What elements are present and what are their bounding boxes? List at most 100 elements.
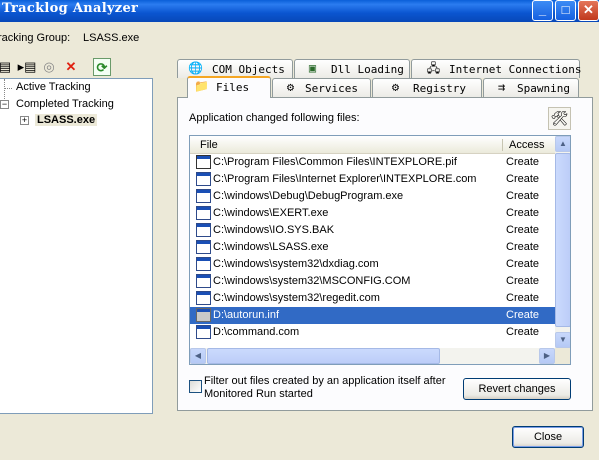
executable-file-icon xyxy=(196,274,211,288)
tree-item-active-tracking[interactable]: Active Tracking xyxy=(16,81,91,93)
tab-registry[interactable]: ⚙ Registry xyxy=(372,78,482,97)
tab-internet-connections[interactable]: 🖧 Internet Connections xyxy=(411,59,582,78)
executable-file-icon xyxy=(196,325,211,339)
tab-files[interactable]: 📁 Files xyxy=(187,76,271,98)
close-window-button[interactable]: ✕ xyxy=(578,0,599,21)
access-value: Create xyxy=(506,275,540,287)
expand-icon[interactable]: + xyxy=(20,116,29,125)
com-objects-icon: 🌐 xyxy=(188,61,203,75)
access-value: Create xyxy=(506,224,540,236)
table-row[interactable]: C:\windows\system32\MSCONFIG.COM Create xyxy=(190,273,555,290)
access-value: Create xyxy=(506,258,540,270)
executable-file-icon xyxy=(196,240,211,254)
table-row[interactable]: C:\windows\IO.SYS.BAK Create xyxy=(190,222,555,239)
scrollbar-corner xyxy=(555,348,570,364)
list-header: File Access xyxy=(190,136,555,154)
folder-icon: 📁 xyxy=(194,79,209,93)
tracking-group-label: racking Group: xyxy=(0,32,71,44)
table-row[interactable]: C:\windows\LSASS.exe Create xyxy=(190,239,555,256)
tab-label: Registry xyxy=(413,82,466,95)
title-bar: Tracklog Analyzer _ □ ✕ xyxy=(0,0,599,22)
stop-icon[interactable]: ◎ xyxy=(40,58,58,76)
registry-icon: ⚙ xyxy=(391,80,400,94)
minimize-button[interactable]: _ xyxy=(532,0,553,21)
file-path: C:\Program Files\Internet Explorer\INTEX… xyxy=(213,173,477,185)
access-value: Create xyxy=(506,173,540,185)
refresh-icon[interactable]: ⟳ xyxy=(93,58,111,76)
access-value: Create xyxy=(506,156,540,168)
table-row[interactable]: C:\Program Files\Internet Explorer\INTEX… xyxy=(190,171,555,188)
access-value: Create xyxy=(506,326,540,338)
tab-label: Dll Loading xyxy=(331,63,404,76)
close-button[interactable]: Close xyxy=(512,426,584,448)
tree-item-completed-tracking[interactable]: Completed Tracking xyxy=(16,98,114,110)
delete-icon[interactable]: ✕ xyxy=(62,58,80,76)
file-path: C:\windows\EXERT.exe xyxy=(213,207,329,219)
autorun-file-icon xyxy=(196,308,211,322)
revert-changes-button[interactable]: Revert changes xyxy=(463,378,571,400)
tree-connector xyxy=(4,88,12,89)
filter-checkbox[interactable] xyxy=(189,380,202,393)
access-value: Create xyxy=(506,207,540,219)
services-icon: ⚙ xyxy=(286,80,295,94)
file-path: C:\windows\system32\MSCONFIG.COM xyxy=(213,275,411,287)
horizontal-scrollbar[interactable]: ◀ ▶ xyxy=(190,348,555,364)
executable-file-icon xyxy=(196,172,211,186)
column-header-file[interactable]: File xyxy=(200,139,218,151)
expand-tree-icon[interactable]: ▸▤ xyxy=(16,58,38,76)
internet-connections-icon: 🖧 xyxy=(426,61,441,75)
horizontal-scroll-thumb[interactable] xyxy=(207,348,440,364)
access-value: Create xyxy=(506,241,540,253)
table-row-selected[interactable]: D:\autorun.inf Create xyxy=(190,307,555,324)
dll-loading-icon: ▣ xyxy=(308,61,317,75)
executable-file-icon xyxy=(196,291,211,305)
column-header-access[interactable]: Access xyxy=(509,139,544,151)
vertical-scroll-thumb[interactable] xyxy=(555,153,570,327)
table-row[interactable]: C:\Program Files\Common Files\INTEXPLORE… xyxy=(190,154,555,171)
tab-label: COM Objects xyxy=(212,63,285,76)
tracking-group-value: LSASS.exe xyxy=(83,32,140,44)
list-view-icon[interactable]: ▤ xyxy=(0,58,14,76)
tab-spawning[interactable]: ⇉ Spawning xyxy=(483,78,579,97)
maximize-button[interactable]: □ xyxy=(555,0,576,21)
executable-file-icon xyxy=(196,189,211,203)
spawning-icon: ⇉ xyxy=(497,80,506,94)
tools-icon[interactable]: 🛠 xyxy=(548,107,571,130)
filter-checkbox-label: Filter out files created by an applicati… xyxy=(204,375,446,400)
table-row[interactable]: C:\windows\Debug\DebugProgram.exe Create xyxy=(190,188,555,205)
file-path: C:\windows\LSASS.exe xyxy=(213,241,329,253)
column-divider[interactable] xyxy=(502,139,503,151)
tree-item-lsass[interactable]: LSASS.exe xyxy=(35,114,98,126)
collapse-icon[interactable]: − xyxy=(0,100,9,109)
scroll-up-icon[interactable]: ▲ xyxy=(555,136,570,152)
table-row[interactable]: C:\windows\EXERT.exe Create xyxy=(190,205,555,222)
tab-dll-loading[interactable]: ▣ Dll Loading xyxy=(294,59,410,78)
file-path: C:\windows\system32\dxdiag.com xyxy=(213,258,379,270)
scroll-down-icon[interactable]: ▼ xyxy=(555,332,570,348)
tab-services[interactable]: ⚙ Services xyxy=(272,78,371,97)
tracking-tree[interactable]: Active Tracking − Completed Tracking + L… xyxy=(0,78,153,414)
panel-label: Application changed following files: xyxy=(189,112,360,124)
files-list[interactable]: File Access C:\Program Files\Common File… xyxy=(189,135,571,365)
access-value: Create xyxy=(506,292,540,304)
file-path: C:\windows\Debug\DebugProgram.exe xyxy=(213,190,404,202)
tab-label: Files xyxy=(216,81,250,94)
file-path: C:\Program Files\Common Files\INTEXPLORE… xyxy=(213,156,457,168)
pif-file-icon xyxy=(196,155,211,169)
file-path: C:\windows\system32\regedit.com xyxy=(213,292,380,304)
scroll-left-icon[interactable]: ◀ xyxy=(190,348,206,364)
file-path: D:\command.com xyxy=(213,326,300,338)
table-row[interactable]: C:\windows\system32\dxdiag.com Create xyxy=(190,256,555,273)
system-file-icon xyxy=(196,223,211,237)
file-path: C:\windows\IO.SYS.BAK xyxy=(213,224,335,236)
window-title: Tracklog Analyzer xyxy=(2,1,139,16)
table-row[interactable]: D:\command.com Create xyxy=(190,324,555,341)
scroll-right-icon[interactable]: ▶ xyxy=(539,348,555,364)
tab-label: Services xyxy=(305,82,358,95)
tab-label: Spawning xyxy=(517,82,570,95)
vertical-scrollbar[interactable]: ▲ ▼ xyxy=(555,136,570,349)
executable-file-icon xyxy=(196,257,211,271)
table-row[interactable]: C:\windows\system32\regedit.com Create xyxy=(190,290,555,307)
tab-label: Internet Connections xyxy=(449,63,582,76)
executable-file-icon xyxy=(196,206,211,220)
